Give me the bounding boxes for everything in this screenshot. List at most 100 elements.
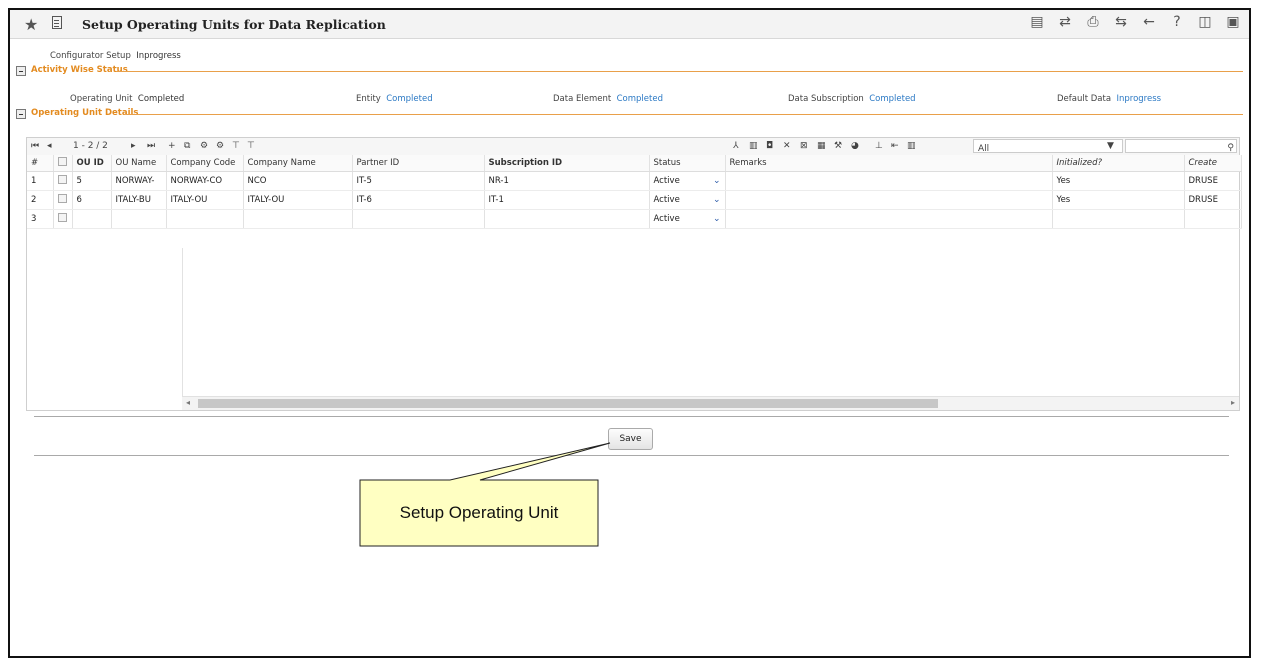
print-icon[interactable]: ⎙ [1085,14,1101,30]
add-row-icon[interactable]: + [168,141,176,151]
cell-status[interactable]: Active ⌄ [649,209,726,229]
column-settings-icon[interactable]: ⚙ [216,141,224,151]
tools-icon[interactable]: ⚒ [834,141,842,151]
cell-remarks[interactable] [725,190,1053,210]
horizontal-scrollbar[interactable]: ◂ ▸ [182,396,1239,410]
collapse-icon[interactable] [16,66,26,76]
cell-company-code[interactable]: ITALY-OU [166,190,244,210]
settings-window-icon[interactable]: ◫ [1197,14,1213,30]
row-checkbox[interactable] [57,213,67,222]
col-header-status[interactable]: Status [649,155,726,172]
cell-remarks[interactable] [725,209,1053,229]
cell-initialized[interactable] [1052,209,1185,229]
col-header-company-code[interactable]: Company Code [166,155,244,172]
cell-remarks[interactable] [725,171,1053,191]
status-value[interactable]: Completed [386,94,432,104]
activity-section-header[interactable]: Activity Wise Status [16,65,1243,78]
cell-ou-id[interactable]: 5 [72,171,112,191]
cell-create[interactable]: DRUSE [1184,190,1242,210]
col-header-initialized[interactable]: Initialized? [1052,155,1185,172]
transfer-icon[interactable]: ⇆ [1113,14,1129,30]
cell-create[interactable] [1184,209,1242,229]
columns-icon[interactable]: ▥ [907,141,916,151]
clear-filter-icon[interactable]: ⊤ [247,141,255,151]
scrollbar-thumb[interactable] [198,399,938,408]
next-page-icon[interactable]: ▸ [131,141,136,151]
cell-partner-id[interactable] [352,209,485,229]
cell-company-code[interactable] [166,209,244,229]
row-select[interactable] [53,190,73,210]
export-icon[interactable]: ⊠ [800,141,808,151]
scroll-left-icon[interactable]: ◂ [186,398,190,407]
row-checkbox[interactable] [57,194,67,203]
cell-company-name[interactable] [243,209,353,229]
cell-initialized[interactable]: Yes [1052,171,1185,191]
col-header-subscription-id[interactable]: Subscription ID [484,155,650,172]
chevron-down-icon[interactable]: ⌄ [713,176,721,186]
select-all-checkbox[interactable] [57,157,67,166]
last-page-icon[interactable]: ⏭ [147,141,155,151]
scroll-right-icon[interactable]: ▸ [1231,398,1235,407]
pie-chart-icon[interactable]: ◕ [851,141,859,151]
shield-icon[interactable]: ◘ [766,141,773,151]
col-header-select[interactable] [53,155,73,172]
cell-subscription-id[interactable]: IT-1 [484,190,650,210]
col-header-remarks[interactable]: Remarks [725,155,1053,172]
table-row[interactable]: 1 5 NORWAY- NORWAY-CO NCO IT-5 NR-1 Acti… [27,171,1242,191]
chart-icon[interactable]: ▥ [749,141,758,151]
status-value[interactable]: Completed [617,94,663,104]
filter-select[interactable]: All [973,139,1123,154]
grid-search-input[interactable]: ⚲ [1125,139,1237,153]
cell-ou-name[interactable] [111,209,167,229]
table-row[interactable]: 3 Active ⌄ [27,209,1242,229]
cell-company-name[interactable]: ITALY-OU [243,190,353,210]
shuffle-icon[interactable]: ⇄ [1057,14,1073,30]
cell-company-code[interactable]: NORWAY-CO [166,171,244,191]
col-header-ou-name[interactable]: OU Name [111,155,167,172]
cell-subscription-id[interactable]: NR-1 [484,171,650,191]
calendar-icon[interactable]: ▦ [817,141,826,151]
cell-create[interactable]: DRUSE [1184,171,1242,191]
col-header-partner-id[interactable]: Partner ID [352,155,485,172]
help-icon[interactable]: ? [1169,14,1185,30]
prev-page-icon[interactable]: ◂ [47,141,52,151]
first-page-icon[interactable]: ⏮ [31,141,39,151]
cell-ou-id[interactable]: 6 [72,190,112,210]
excel-icon[interactable]: ✕ [783,141,791,151]
cell-partner-id[interactable]: IT-5 [352,171,485,191]
copy-row-icon[interactable]: ⧉ [184,141,190,151]
col-header-ou-id[interactable]: OU ID [72,155,112,172]
cell-company-name[interactable]: NCO [243,171,353,191]
chevron-down-icon[interactable]: ⌄ [713,214,721,224]
row-select[interactable] [53,171,73,191]
details-section-header[interactable]: Operating Unit Details [16,108,1243,121]
report-icon[interactable]: ▤ [1029,14,1045,30]
search-icon[interactable]: ⚲ [1227,143,1234,153]
col-header-company-name[interactable]: Company Name [243,155,353,172]
collapse-icon[interactable] [16,109,26,119]
minimize-icon[interactable]: ▣ [1225,14,1241,30]
favorite-star-icon[interactable]: ★ [24,15,38,34]
filter-icon[interactable]: ⊤ [232,141,240,151]
chevron-down-icon[interactable]: ▼ [1107,141,1114,151]
cell-ou-name[interactable]: NORWAY- [111,171,167,191]
status-value[interactable]: Inprogress [1116,94,1161,104]
cell-partner-id[interactable]: IT-6 [352,190,485,210]
status-value[interactable]: Completed [869,94,915,104]
cell-status[interactable]: Active ⌄ [649,171,726,191]
cell-subscription-id[interactable] [484,209,650,229]
row-checkbox[interactable] [57,175,67,184]
cell-status[interactable]: Active ⌄ [649,190,726,210]
cell-ou-name[interactable]: ITALY-BU [111,190,167,210]
cell-initialized[interactable]: Yes [1052,190,1185,210]
back-icon[interactable]: ← [1141,14,1157,30]
save-button[interactable]: Save [608,428,653,450]
cell-ou-id[interactable] [72,209,112,229]
chevron-down-icon[interactable]: ⌄ [713,195,721,205]
pdf-icon[interactable]: ⅄ [733,141,739,151]
pin-icon[interactable]: ⊥ [875,141,883,151]
freeze-icon[interactable]: ⇤ [891,141,899,151]
col-header-create[interactable]: Create [1184,155,1242,172]
table-row[interactable]: 2 6 ITALY-BU ITALY-OU ITALY-OU IT-6 IT-1… [27,190,1242,210]
settings-icon[interactable]: ⚙ [200,141,208,151]
